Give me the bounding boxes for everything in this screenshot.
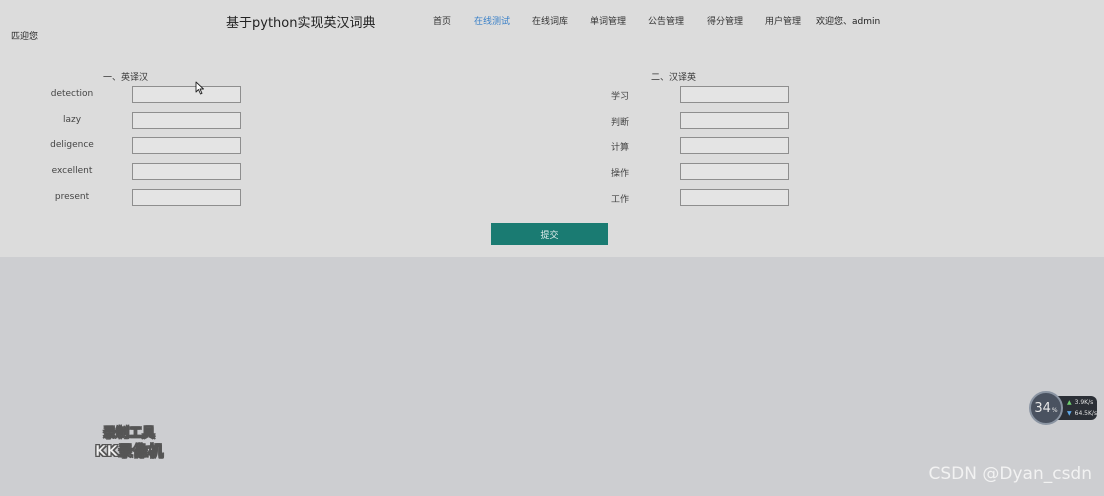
nav-online-lexicon[interactable]: 在线词库 bbox=[532, 14, 568, 27]
cn-answer-input[interactable] bbox=[680, 163, 789, 180]
welcome-user: 欢迎您、admin bbox=[816, 17, 881, 27]
network-speed-widget[interactable]: ▲ 3.9K/s ▼ 64.5K/s 34% bbox=[1029, 391, 1097, 425]
cn-word-label: 判断 bbox=[610, 118, 629, 128]
en-word-label: lazy bbox=[62, 115, 82, 125]
top-panel: 匹迎您 基于python实现英汉词典 首页 在线测试 在线词库 单词管理 公告管… bbox=[0, 0, 1104, 257]
section-title-cn-to-en: 二、汉译英 bbox=[651, 73, 697, 83]
nav-home[interactable]: 首页 bbox=[433, 14, 451, 27]
welcome-corner-text: 匹迎您 bbox=[11, 32, 39, 42]
en-word-label: detection bbox=[50, 89, 94, 99]
cn-answer-input[interactable] bbox=[680, 86, 789, 103]
download-speed: ▼ 64.5K/s bbox=[1067, 410, 1098, 417]
cn-word-label: 操作 bbox=[610, 169, 629, 179]
en-answer-input[interactable] bbox=[132, 86, 241, 103]
en-word-label: excellent bbox=[51, 166, 93, 176]
en-word-label: present bbox=[54, 192, 90, 202]
site-title: 基于python实现英汉词典 bbox=[226, 16, 376, 31]
cn-answer-input[interactable] bbox=[680, 189, 789, 206]
submit-button[interactable]: 提交 bbox=[491, 223, 608, 245]
en-answer-input[interactable] bbox=[132, 163, 241, 180]
nav-notice-management[interactable]: 公告管理 bbox=[648, 14, 684, 27]
upload-speed: ▲ 3.9K/s bbox=[1067, 399, 1094, 406]
nav-score-management[interactable]: 得分管理 bbox=[707, 14, 743, 27]
nav-online-test[interactable]: 在线测试 bbox=[474, 14, 510, 27]
recorder-watermark-line1: 录制工具 bbox=[102, 426, 156, 442]
en-answer-input[interactable] bbox=[132, 112, 241, 129]
cn-word-label: 学习 bbox=[610, 92, 629, 102]
network-usage-value: 34 bbox=[1034, 400, 1051, 416]
cn-word-label: 工作 bbox=[610, 195, 629, 205]
mouse-cursor-icon bbox=[195, 81, 204, 95]
network-usage-unit: % bbox=[1051, 406, 1058, 414]
en-answer-input[interactable] bbox=[132, 189, 241, 206]
download-arrow-icon: ▼ bbox=[1067, 410, 1072, 417]
en-answer-input[interactable] bbox=[132, 137, 241, 154]
nav-user-management[interactable]: 用户管理 bbox=[765, 14, 801, 27]
cn-word-label: 计算 bbox=[610, 143, 629, 153]
nav-word-management[interactable]: 单词管理 bbox=[590, 14, 626, 27]
recorder-watermark-line2: KK录像机 bbox=[94, 442, 164, 461]
upload-arrow-icon: ▲ bbox=[1067, 399, 1072, 406]
cn-answer-input[interactable] bbox=[680, 137, 789, 154]
cn-answer-input[interactable] bbox=[680, 112, 789, 129]
network-usage-gauge: 34% bbox=[1029, 391, 1063, 425]
csdn-watermark: CSDN @Dyan_csdn bbox=[928, 464, 1092, 484]
recorder-watermark: 录制工具 KK录像机 bbox=[88, 426, 170, 461]
section-title-en-to-cn: 一、英译汉 bbox=[103, 73, 149, 83]
en-word-label: deligence bbox=[50, 140, 94, 150]
